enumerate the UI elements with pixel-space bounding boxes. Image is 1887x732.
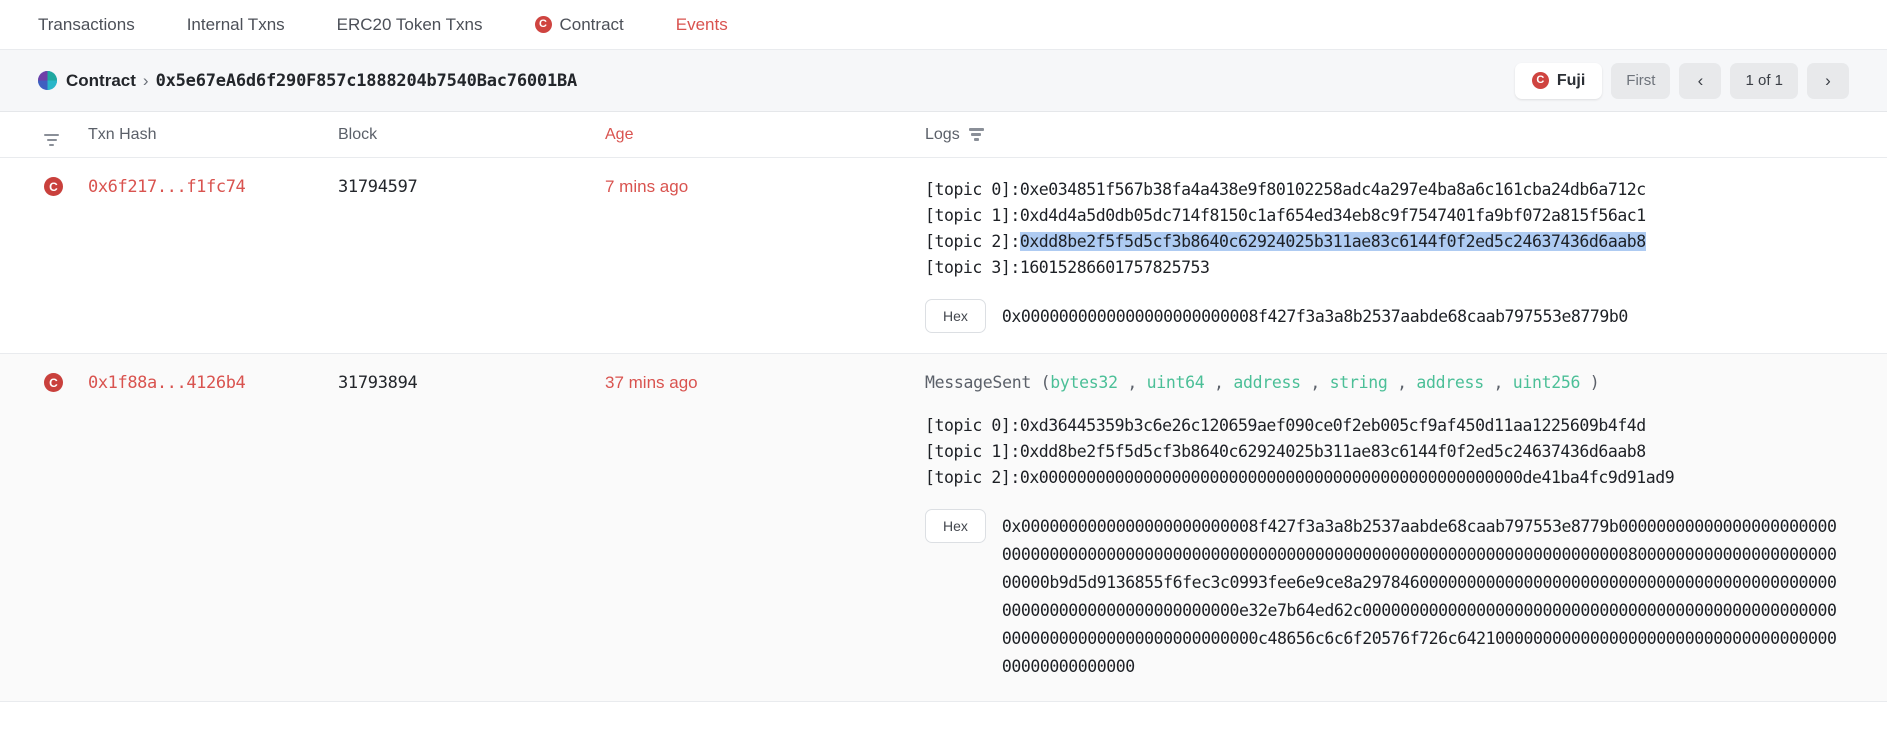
log-topic-value: 0xd36445359b3c6e26c120659aef090ce0f2eb00… xyxy=(1020,416,1646,435)
column-header-logs-label: Logs xyxy=(925,126,960,144)
event-param-type: string xyxy=(1330,373,1388,392)
log-topic: [topic 0]:0xe034851f567b38fa4a438e9f8010… xyxy=(925,177,1847,203)
log-topic-label: [topic 3]: xyxy=(925,258,1020,277)
tab-transactions[interactable]: Transactions xyxy=(38,15,161,35)
table-row: C 0x1f88a...4126b4 31793894 37 mins ago … xyxy=(0,354,1887,702)
logs-filter-icon[interactable] xyxy=(969,128,984,141)
network-label: Fuji xyxy=(1557,72,1585,90)
log-topic-value: 0xdd8be2f5f5d5cf3b8640c62924025b311ae83c… xyxy=(1020,442,1646,461)
event-param-type: address xyxy=(1233,373,1300,392)
hex-toggle-button[interactable]: Hex xyxy=(925,299,986,333)
block-number[interactable]: 31793894 xyxy=(338,373,417,393)
log-topic-value: 0xd4d4a5d0db05dc714f8150c1af654ed34eb8c9… xyxy=(1020,206,1646,225)
log-data-row: Hex 0x0000000000000000000000008f427f3a3a… xyxy=(925,299,1847,333)
next-page-button[interactable]: › xyxy=(1807,63,1849,99)
contract-address[interactable]: 0x5e67eA6d6f290F857c1888204b7540Bac76001… xyxy=(156,71,577,91)
network-badge-icon: C xyxy=(1532,72,1549,89)
row-block-cell: 31794597 xyxy=(338,158,605,353)
column-header-flag[interactable] xyxy=(0,123,88,146)
tab-contract[interactable]: C Events Contract xyxy=(535,15,650,35)
contract-header-bar: Contract › 0x5e67eA6d6f290F857c1888204b7… xyxy=(0,50,1887,112)
age-text: 37 mins ago xyxy=(605,373,698,392)
hex-toggle-button[interactable]: Hex xyxy=(925,509,986,543)
log-topic-label: [topic 0]: xyxy=(925,416,1020,435)
events-page: Transactions Internal Txns ERC20 Token T… xyxy=(0,0,1887,732)
block-number[interactable]: 31794597 xyxy=(338,177,417,197)
txn-hash-link[interactable]: 0x1f88a...4126b4 xyxy=(88,373,245,393)
table-header-row: Txn Hash Block Age Logs xyxy=(0,112,1887,158)
log-topic-label: [topic 2]: xyxy=(925,232,1020,251)
filter-icon[interactable] xyxy=(44,134,59,147)
log-topic: [topic 0]:0xd36445359b3c6e26c120659aef09… xyxy=(925,413,1847,439)
contract-avatar-icon xyxy=(38,71,57,90)
tab-contract-text: Contract xyxy=(560,15,624,35)
row-block-cell: 31793894 xyxy=(338,354,605,701)
tab-events-label: Events xyxy=(676,15,728,35)
network-selector-button[interactable]: C Fuji xyxy=(1515,63,1602,99)
table-row: C 0x6f217...f1fc74 31794597 7 mins ago [… xyxy=(0,158,1887,354)
row-flag-cell: C xyxy=(0,354,88,701)
row-txn-hash-cell: 0x6f217...f1fc74 xyxy=(88,158,338,353)
log-data-row: Hex 0x0000000000000000000000008f427f3a3a… xyxy=(925,509,1847,681)
pagination-controls: C Fuji First ‹ 1 of 1 › xyxy=(1515,63,1849,99)
event-param-type: uint64 xyxy=(1147,373,1205,392)
tab-internal-txns-label: Internal Txns xyxy=(187,15,285,35)
log-topic-value: 0xe034851f567b38fa4a438e9f80102258adc4a2… xyxy=(1020,180,1646,199)
log-topic: [topic 3]:16015286601757825753 xyxy=(925,255,1847,281)
tab-transactions-label: Transactions xyxy=(38,15,135,35)
contract-label: Contract xyxy=(66,71,136,91)
column-header-txn-hash[interactable]: Txn Hash xyxy=(88,126,338,144)
log-topic-value: 0x00000000000000000000000000000000000000… xyxy=(1020,468,1674,487)
column-header-logs[interactable]: Logs xyxy=(925,126,1887,144)
tab-erc20-token-txns[interactable]: ERC20 Token Txns xyxy=(337,15,509,35)
log-topic-label: [topic 2]: xyxy=(925,468,1020,487)
log-topic: [topic 1]:0xdd8be2f5f5d5cf3b8640c6292402… xyxy=(925,439,1847,465)
prev-page-button[interactable]: ‹ xyxy=(1679,63,1721,99)
age-text: 7 mins ago xyxy=(605,177,688,196)
column-header-block[interactable]: Block xyxy=(338,126,605,144)
event-name: MessageSent xyxy=(925,373,1031,392)
event-param-type: bytes32 xyxy=(1050,373,1117,392)
log-topic-label: [topic 1]: xyxy=(925,206,1020,225)
row-age-cell: 7 mins ago xyxy=(605,158,925,353)
page-indicator: 1 of 1 xyxy=(1730,63,1798,99)
row-logs-cell: MessageSent (bytes32 , uint64 , address … xyxy=(925,354,1887,701)
log-topic: [topic 2]:0x0000000000000000000000000000… xyxy=(925,465,1847,491)
row-logs-cell: [topic 0]:0xe034851f567b38fa4a438e9f8010… xyxy=(925,158,1887,353)
log-topic-label: [topic 0]: xyxy=(925,180,1020,199)
log-topic: [topic 1]:0xd4d4a5d0db05dc714f8150c1af65… xyxy=(925,203,1847,229)
breadcrumb-separator: › xyxy=(143,71,149,91)
log-hex-data: 0x0000000000000000000000008f427f3a3a8b25… xyxy=(1002,299,1628,331)
tab-events[interactable]: Events xyxy=(676,15,754,35)
tab-erc20-token-txns-label: ERC20 Token Txns xyxy=(337,15,483,35)
row-flag-cell: C xyxy=(0,158,88,353)
event-param-type: address xyxy=(1416,373,1483,392)
row-age-cell: 37 mins ago xyxy=(605,354,925,701)
log-topic-value-selected: 0xdd8be2f5f5d5cf3b8640c62924025b311ae83c… xyxy=(1020,232,1646,251)
log-hex-data: 0x0000000000000000000000008f427f3a3a8b25… xyxy=(1002,509,1845,681)
event-param-type: uint256 xyxy=(1513,373,1580,392)
tab-internal-txns[interactable]: Internal Txns xyxy=(187,15,311,35)
row-txn-hash-cell: 0x1f88a...4126b4 xyxy=(88,354,338,701)
first-page-button[interactable]: First xyxy=(1611,63,1670,99)
contract-badge-icon: C xyxy=(535,16,552,33)
log-topic-value: 16015286601757825753 xyxy=(1020,258,1210,277)
contract-badge-icon: C xyxy=(44,373,63,392)
contract-badge-icon: C xyxy=(44,177,63,196)
txn-hash-link[interactable]: 0x6f217...f1fc74 xyxy=(88,177,245,197)
log-topic-label: [topic 1]: xyxy=(925,442,1020,461)
tab-bar: Transactions Internal Txns ERC20 Token T… xyxy=(0,0,1887,50)
event-signature: MessageSent (bytes32 , uint64 , address … xyxy=(925,373,1847,392)
log-topic: [topic 2]:0xdd8be2f5f5d5cf3b8640c6292402… xyxy=(925,229,1847,255)
column-header-age[interactable]: Age xyxy=(605,126,925,144)
